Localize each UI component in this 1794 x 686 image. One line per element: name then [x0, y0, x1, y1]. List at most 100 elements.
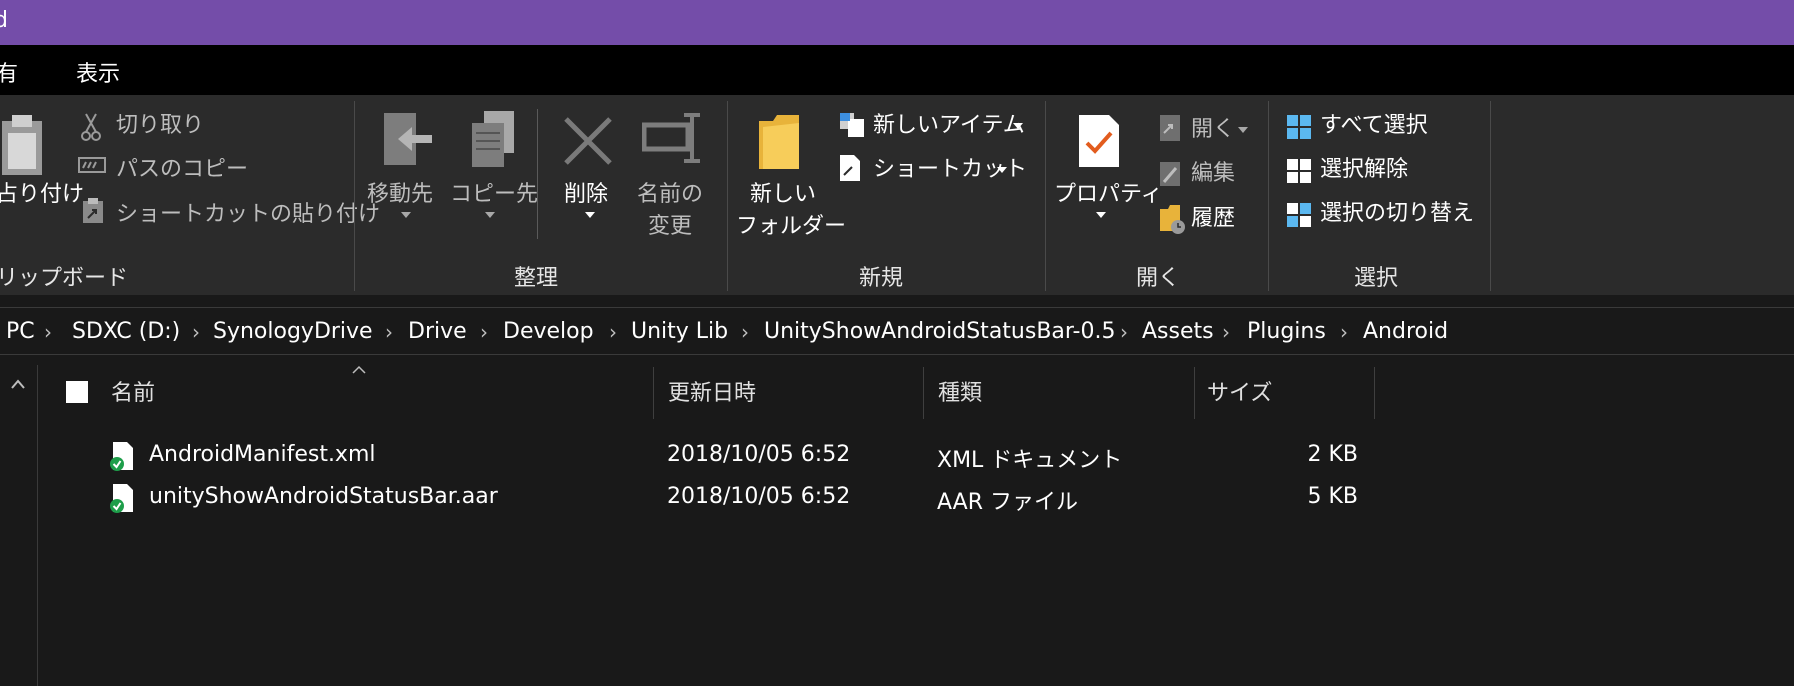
new-folder-button-line1[interactable]: 新しい	[750, 179, 816, 211]
paste-button-label[interactable]: 占り付け	[0, 179, 84, 211]
move-to-dropdown-icon[interactable]	[401, 212, 411, 218]
breadcrumb-item[interactable]: SDXC (D:)	[72, 319, 180, 344]
rename-button-line1[interactable]: 名前の	[637, 179, 703, 211]
group-separator	[727, 101, 728, 291]
window-title: d	[0, 8, 8, 33]
open-icon[interactable]	[1158, 113, 1184, 143]
ribbon: 占り付け 切り取り パスのコピー ショートカットの貼り付け リップボード 移動先	[0, 95, 1794, 295]
navigation-pane[interactable]	[0, 365, 38, 686]
copy-path-button[interactable]: パスのコピー	[116, 154, 248, 186]
properties-icon[interactable]	[1077, 113, 1121, 169]
chevron-right-icon[interactable]: ›	[1222, 320, 1230, 344]
column-divider[interactable]	[653, 367, 654, 419]
chevron-right-icon[interactable]: ›	[741, 320, 749, 344]
file-list: 名前 更新日時 種類 サイズ AndroidManifest.xml 2018/…	[39, 365, 1794, 686]
chevron-right-icon[interactable]: ›	[480, 320, 488, 344]
paste-shortcut-button[interactable]: ショートカットの貼り付け	[116, 199, 380, 231]
history-button[interactable]: 履歴	[1191, 203, 1235, 235]
organize-group-label: 整理	[514, 266, 559, 291]
column-divider[interactable]	[923, 367, 924, 419]
breadcrumb[interactable]: PC › SDXC (D:) › SynologyDrive › Drive ›…	[0, 307, 1794, 355]
clipboard-group-label: リップボード	[0, 266, 129, 291]
history-icon[interactable]	[1158, 205, 1186, 235]
breadcrumb-item[interactable]: UnityShowAndroidStatusBar-0.5	[764, 319, 1115, 344]
column-header-date[interactable]: 更新日時	[668, 375, 756, 407]
cut-button[interactable]: 切り取り	[116, 110, 204, 142]
file-row[interactable]: unityShowAndroidStatusBar.aar 2018/10/05…	[39, 478, 1794, 518]
file-date: 2018/10/05 6:52	[667, 484, 851, 509]
easy-access-dropdown-icon[interactable]	[997, 167, 1007, 173]
aar-file-icon	[110, 484, 133, 513]
new-folder-button-line2[interactable]: フォルダー	[736, 211, 846, 243]
invert-selection-icon[interactable]	[1286, 202, 1312, 228]
file-type: XML ドキュメント	[937, 448, 1123, 473]
copy-to-icon[interactable]	[466, 109, 522, 171]
open-button[interactable]: 開く	[1191, 114, 1235, 146]
tab-share[interactable]: 有	[0, 56, 18, 88]
invert-selection-button[interactable]: 選択の切り替え	[1320, 198, 1474, 230]
chevron-right-icon[interactable]: ›	[385, 320, 393, 344]
column-divider[interactable]	[1194, 367, 1195, 419]
properties-button[interactable]: プロパティ	[1054, 179, 1163, 211]
select-group-label: 選択	[1354, 266, 1399, 291]
select-all-button[interactable]: すべて選択	[1320, 110, 1428, 142]
delete-dropdown-icon[interactable]	[585, 212, 595, 218]
new-item-button[interactable]: 新しいアイテム	[873, 110, 1025, 142]
file-row[interactable]: AndroidManifest.xml 2018/10/05 6:52 XML …	[39, 436, 1794, 476]
edit-button[interactable]: 編集	[1191, 158, 1235, 190]
delete-icon[interactable]	[562, 115, 614, 167]
delete-button[interactable]: 削除	[564, 179, 608, 211]
chevron-right-icon[interactable]: ›	[1340, 320, 1348, 344]
rename-button-line2[interactable]: 変更	[648, 211, 692, 243]
scroll-up-icon[interactable]	[11, 379, 25, 389]
new-folder-icon[interactable]	[757, 113, 801, 171]
properties-dropdown-icon[interactable]	[1096, 212, 1106, 218]
chevron-right-icon[interactable]: ›	[44, 320, 52, 344]
breadcrumb-item[interactable]: Develop	[503, 319, 594, 344]
breadcrumb-item[interactable]: Unity Lib	[631, 319, 728, 344]
tab-view[interactable]: 表示	[76, 56, 120, 88]
breadcrumb-item[interactable]: Plugins	[1247, 319, 1326, 344]
select-all-icon[interactable]	[1286, 114, 1312, 140]
column-header-name[interactable]: 名前	[111, 375, 155, 407]
cut-icon[interactable]	[80, 112, 102, 142]
breadcrumb-item[interactable]: SynologyDrive	[213, 319, 373, 344]
breadcrumb-item[interactable]: PC	[6, 319, 35, 344]
breadcrumb-item-current[interactable]: Android	[1363, 319, 1448, 344]
column-header-size[interactable]: サイズ	[1207, 375, 1272, 407]
chevron-right-icon[interactable]: ›	[192, 320, 200, 344]
new-group-label: 新規	[859, 266, 904, 291]
copy-to-button[interactable]: コピー先	[450, 179, 538, 211]
group-separator	[1268, 101, 1269, 291]
breadcrumb-item[interactable]: Assets	[1142, 319, 1214, 344]
file-name[interactable]: unityShowAndroidStatusBar.aar	[149, 484, 498, 509]
column-divider[interactable]	[1374, 367, 1375, 419]
group-separator	[1490, 101, 1491, 291]
ribbon-tab-bar: 有 表示	[0, 45, 1794, 95]
select-none-button[interactable]: 選択解除	[1320, 154, 1408, 186]
sort-ascending-icon	[352, 365, 366, 374]
paste-shortcut-icon[interactable]	[82, 198, 104, 224]
rename-icon[interactable]	[642, 111, 702, 165]
breadcrumb-item[interactable]: Drive	[408, 319, 467, 344]
copy-path-icon[interactable]	[78, 157, 106, 173]
copy-to-dropdown-icon[interactable]	[485, 212, 495, 218]
open-group-label: 開く	[1136, 266, 1181, 291]
new-item-icon[interactable]	[838, 111, 866, 139]
easy-access-icon[interactable]	[838, 153, 862, 183]
edit-icon[interactable]	[1158, 160, 1184, 188]
select-none-icon[interactable]	[1286, 158, 1312, 184]
paste-icon[interactable]	[0, 115, 48, 181]
move-to-button[interactable]: 移動先	[367, 179, 433, 211]
new-item-dropdown-icon[interactable]	[1013, 123, 1023, 129]
file-size: 5 KB	[1307, 484, 1358, 509]
file-type: AAR ファイル	[937, 490, 1078, 515]
chevron-right-icon[interactable]: ›	[609, 320, 617, 344]
chevron-right-icon[interactable]: ›	[1120, 320, 1128, 344]
move-to-icon[interactable]	[380, 111, 436, 169]
select-all-checkbox[interactable]	[66, 381, 88, 403]
inner-separator	[537, 109, 538, 239]
file-name[interactable]: AndroidManifest.xml	[149, 442, 376, 467]
column-header-type[interactable]: 種類	[938, 375, 982, 407]
open-dropdown-icon[interactable]	[1238, 127, 1248, 133]
